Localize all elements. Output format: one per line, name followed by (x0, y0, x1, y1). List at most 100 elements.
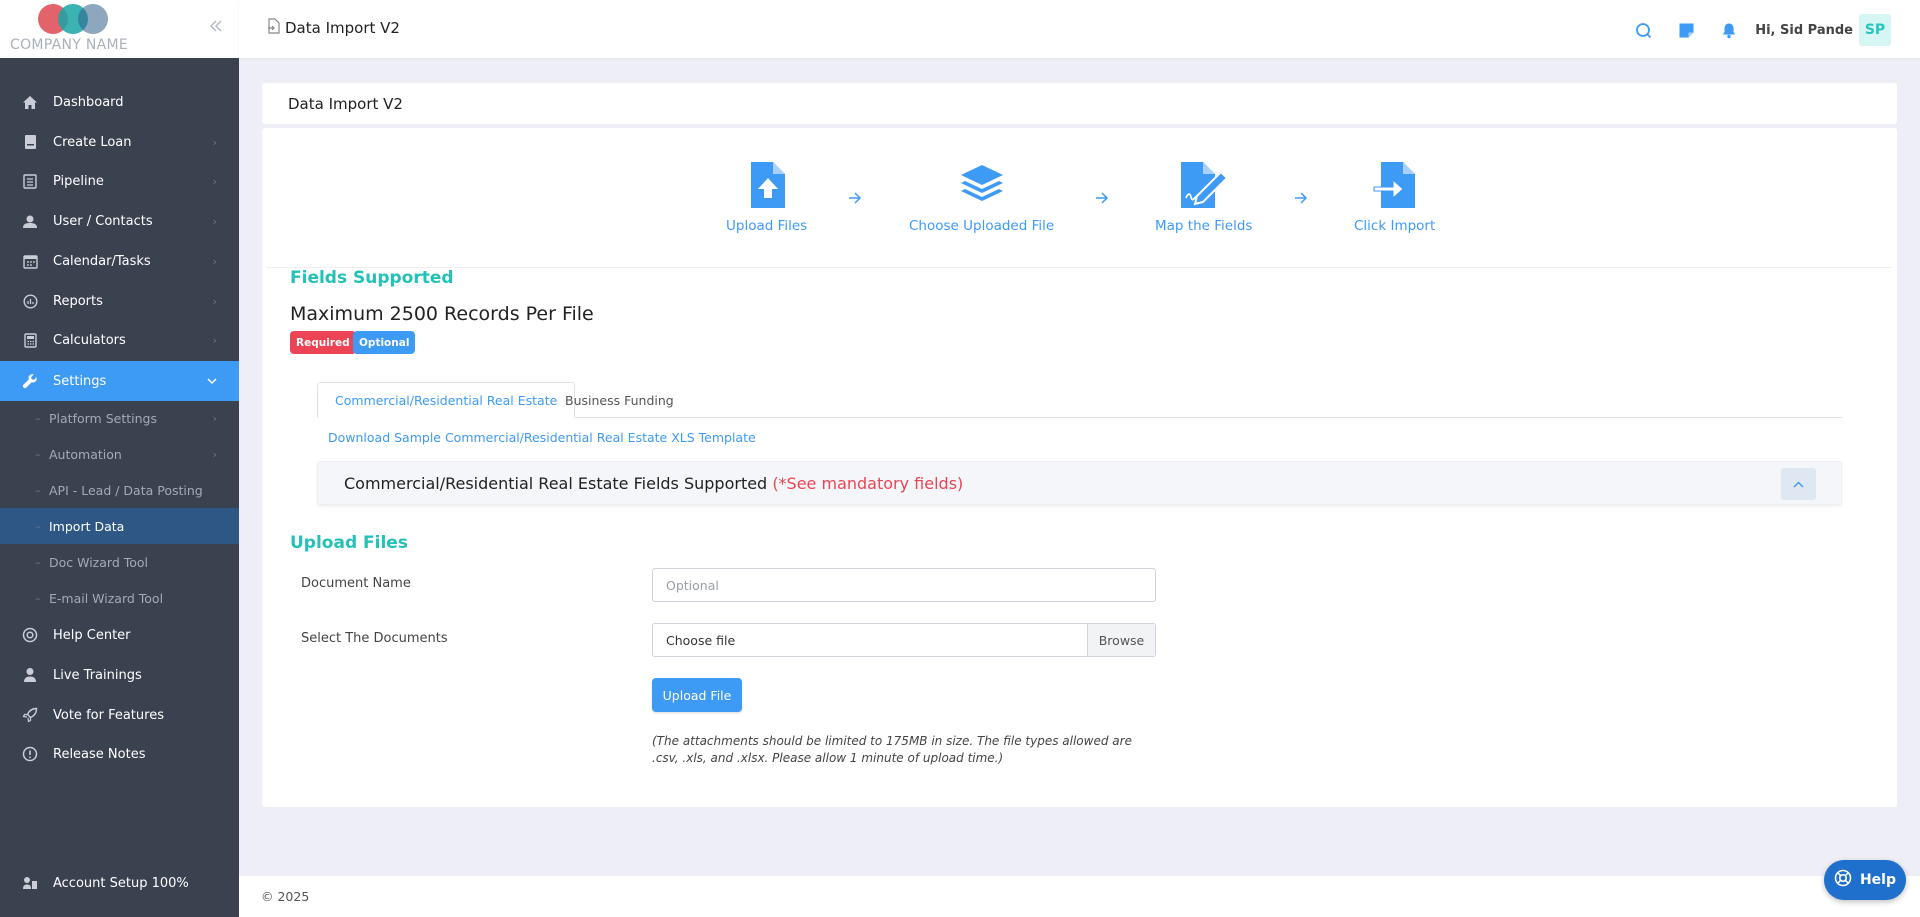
upload-note: (The attachments should be limited to 17… (652, 734, 1132, 765)
document-name-label: Document Name (301, 576, 411, 591)
sidebar-subitem-label: API - Lead / Data Posting (49, 482, 203, 498)
import-card: Upload Files Choose Uploaded File Map th… (262, 128, 1897, 807)
file-input[interactable]: Choose file Browse (652, 623, 1156, 657)
lifebuoy-icon (1834, 869, 1852, 891)
person-icon (21, 666, 39, 684)
sidebar-subitem-automation[interactable]: – Automation › (0, 436, 239, 472)
file-edit-icon (1179, 162, 1229, 212)
sidebar-item-settings[interactable]: Settings (0, 361, 239, 401)
sidebar-item-reports[interactable]: Reports › (0, 281, 239, 321)
step-label: Upload Files (726, 218, 808, 234)
page-title: Data Import V2 (267, 18, 400, 38)
sidebar-item-calculators[interactable]: Calculators › (0, 320, 239, 360)
sidebar-item-label: Reports (53, 293, 103, 309)
sidebar-item-release-notes[interactable]: Release Notes (0, 734, 239, 774)
upload-files-title: Upload Files (290, 533, 408, 553)
layers-icon (959, 162, 1005, 212)
mandatory-fields-note: (*See mandatory fields) (772, 474, 964, 493)
sidebar-item-user-contacts[interactable]: User / Contacts › (0, 201, 239, 241)
download-template-link[interactable]: Download Sample Commercial/Residential R… (328, 430, 756, 445)
avatar[interactable]: SP (1859, 14, 1891, 46)
step-choose-uploaded-file[interactable]: Choose Uploaded File (909, 162, 1054, 234)
document-name-field[interactable]: Optional (652, 568, 1156, 602)
sticky-note-icon[interactable] (1675, 19, 1697, 41)
sidebar-item-label: Calculators (53, 332, 126, 348)
card-header: Data Import V2 (262, 83, 1897, 124)
sidebar-item-pipeline[interactable]: Pipeline › (0, 161, 239, 201)
wrench-icon (21, 372, 39, 390)
sidebar-subitem-email-wizard-tool[interactable]: – E-mail Wizard Tool (0, 580, 239, 616)
chevron-right-icon: › (212, 135, 217, 149)
sidebar-item-label: Pipeline (53, 173, 104, 189)
chevron-down-icon (207, 375, 217, 388)
sidebar-subitem-platform-settings[interactable]: – Platform Settings › (0, 400, 239, 436)
footer: © 2025 (239, 876, 1920, 917)
user-greeting[interactable]: Hi, Sid Pande (1755, 23, 1853, 38)
home-icon (21, 93, 39, 111)
sidebar-subitem-label: Doc Wizard Tool (49, 554, 149, 570)
sidebar-item-vote-for-features[interactable]: Vote for Features (0, 695, 239, 735)
user-icon (21, 212, 39, 230)
sidebar-subitem-api-lead-data-posting[interactable]: – API - Lead / Data Posting (0, 472, 239, 508)
file-upload-icon (749, 162, 785, 212)
calendar-icon (21, 252, 39, 270)
chevron-right-icon: › (212, 447, 217, 461)
sidebar-subitem-import-data[interactable]: – Import Data (0, 508, 239, 544)
step-upload-files[interactable]: Upload Files (726, 162, 807, 234)
sidebar-item-dashboard[interactable]: Dashboard (0, 83, 239, 121)
calculator-icon (21, 331, 39, 349)
sidebar-item-label: Calendar/Tasks (53, 253, 151, 269)
bell-icon[interactable] (1718, 19, 1740, 41)
sidebar-subitem-label: Platform Settings (49, 410, 157, 426)
sidebar-item-label: Live Trainings (53, 667, 142, 683)
chevron-right-icon: › (212, 411, 217, 425)
browse-button[interactable]: Browse (1087, 624, 1155, 656)
fields-supported-title: Fields Supported (290, 268, 454, 288)
setup-icon (21, 874, 39, 892)
divider (266, 267, 1891, 268)
import-file-icon (267, 18, 281, 38)
collapse-sidebar-icon[interactable] (206, 18, 226, 38)
fields-accordion[interactable]: Commercial/Residential Real Estate Field… (317, 461, 1842, 505)
sidebar-subitem-label: E-mail Wizard Tool (49, 590, 164, 606)
copyright: © 2025 (261, 889, 310, 904)
step-map-the-fields[interactable]: Map the Fields (1155, 162, 1252, 234)
arrow-right-icon (1294, 190, 1308, 209)
search-icon[interactable] (1632, 19, 1654, 41)
tab-commercial-residential[interactable]: Commercial/Residential Real Estate (317, 382, 576, 418)
sidebar-item-label: Release Notes (53, 746, 146, 762)
select-documents-label: Select The Documents (301, 631, 448, 646)
chevron-up-icon[interactable] (1781, 468, 1816, 500)
help-button-label: Help (1859, 872, 1897, 888)
file-input-value: Choose file (666, 632, 736, 648)
help-button[interactable]: Help (1824, 860, 1906, 900)
sidebar-item-label: Help Center (53, 627, 131, 643)
chevron-right-icon: › (212, 254, 217, 268)
sidebar: COMPANY NAME Dashboard Create Loan › Pip… (0, 0, 239, 917)
sidebar-item-calendar-tasks[interactable]: Calendar/Tasks › (0, 241, 239, 281)
sidebar-item-create-loan[interactable]: Create Loan › (0, 122, 239, 162)
max-records-text: Maximum 2500 Records Per File (290, 303, 594, 325)
account-setup-label: Account Setup 100% (53, 875, 189, 891)
lifebuoy-icon (21, 626, 39, 644)
logo[interactable]: COMPANY NAME (0, 0, 239, 58)
accordion-title-text: Commercial/Residential Real Estate Field… (344, 474, 768, 493)
upload-file-button[interactable]: Upload File (652, 678, 742, 712)
sidebar-item-label: Settings (53, 373, 107, 389)
sidebar-item-label: Dashboard (53, 94, 124, 110)
chart-icon (21, 292, 39, 310)
sidebar-item-help-center[interactable]: Help Center (0, 615, 239, 655)
top-actions: Hi, Sid Pande SP (1611, 14, 1920, 46)
card-title: Data Import V2 (288, 95, 403, 113)
tab-business-funding[interactable]: Business Funding (548, 382, 691, 418)
sidebar-item-live-trainings[interactable]: Live Trainings (0, 655, 239, 695)
page-title-text: Data Import V2 (285, 19, 400, 37)
sidebar-item-account-setup[interactable]: Account Setup 100% (0, 863, 239, 903)
required-badge: Required (290, 331, 356, 354)
optional-badge: Optional (353, 331, 416, 354)
step-label: Map the Fields (1155, 218, 1253, 234)
document-name-placeholder: Optional (666, 577, 719, 593)
sidebar-item-label: Create Loan (53, 134, 132, 150)
step-click-import[interactable]: Click Import (1354, 162, 1435, 234)
sidebar-subitem-doc-wizard-tool[interactable]: – Doc Wizard Tool (0, 544, 239, 580)
